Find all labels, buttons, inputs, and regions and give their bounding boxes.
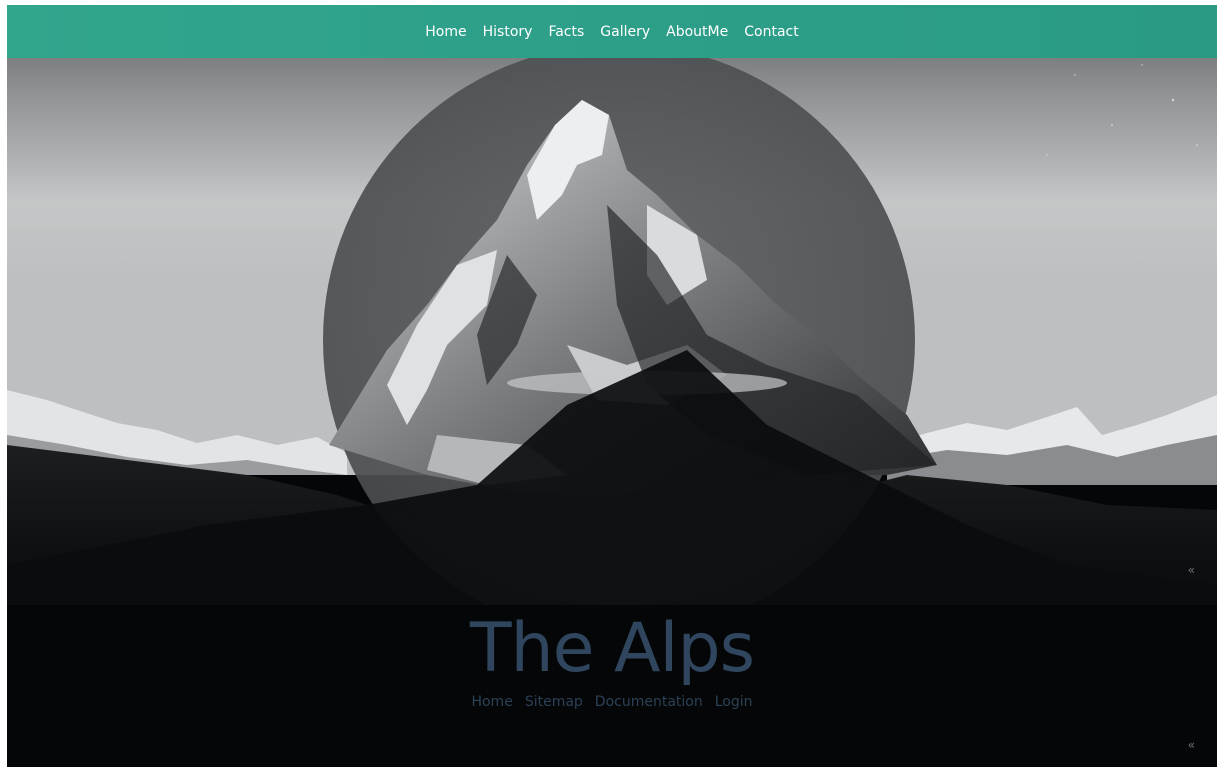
footer-navigation: Home Sitemap Documentation Login [7, 694, 1217, 710]
nav-contact-link[interactable]: Contact [736, 25, 806, 39]
footer-documentation-link[interactable]: Documentation [589, 694, 709, 710]
nav-gallery-link[interactable]: Gallery [592, 25, 658, 39]
footer-sitemap-link[interactable]: Sitemap [519, 694, 589, 710]
nav-facts-link[interactable]: Facts [540, 25, 592, 39]
page-frame: Home History Facts Gallery AboutMe Conta… [7, 5, 1217, 767]
footer-home-link[interactable]: Home [465, 694, 518, 710]
footer-login-link[interactable]: Login [709, 694, 759, 710]
top-navigation: Home History Facts Gallery AboutMe Conta… [7, 5, 1217, 58]
double-chevron-left-icon[interactable]: « [1188, 739, 1195, 751]
double-chevron-left-icon[interactable]: « [1188, 564, 1195, 576]
nav-history-link[interactable]: History [475, 25, 541, 39]
hero-title: The Alps [469, 609, 755, 688]
nav-aboutme-link[interactable]: AboutMe [658, 25, 736, 39]
nav-home-link[interactable]: Home [417, 25, 474, 39]
